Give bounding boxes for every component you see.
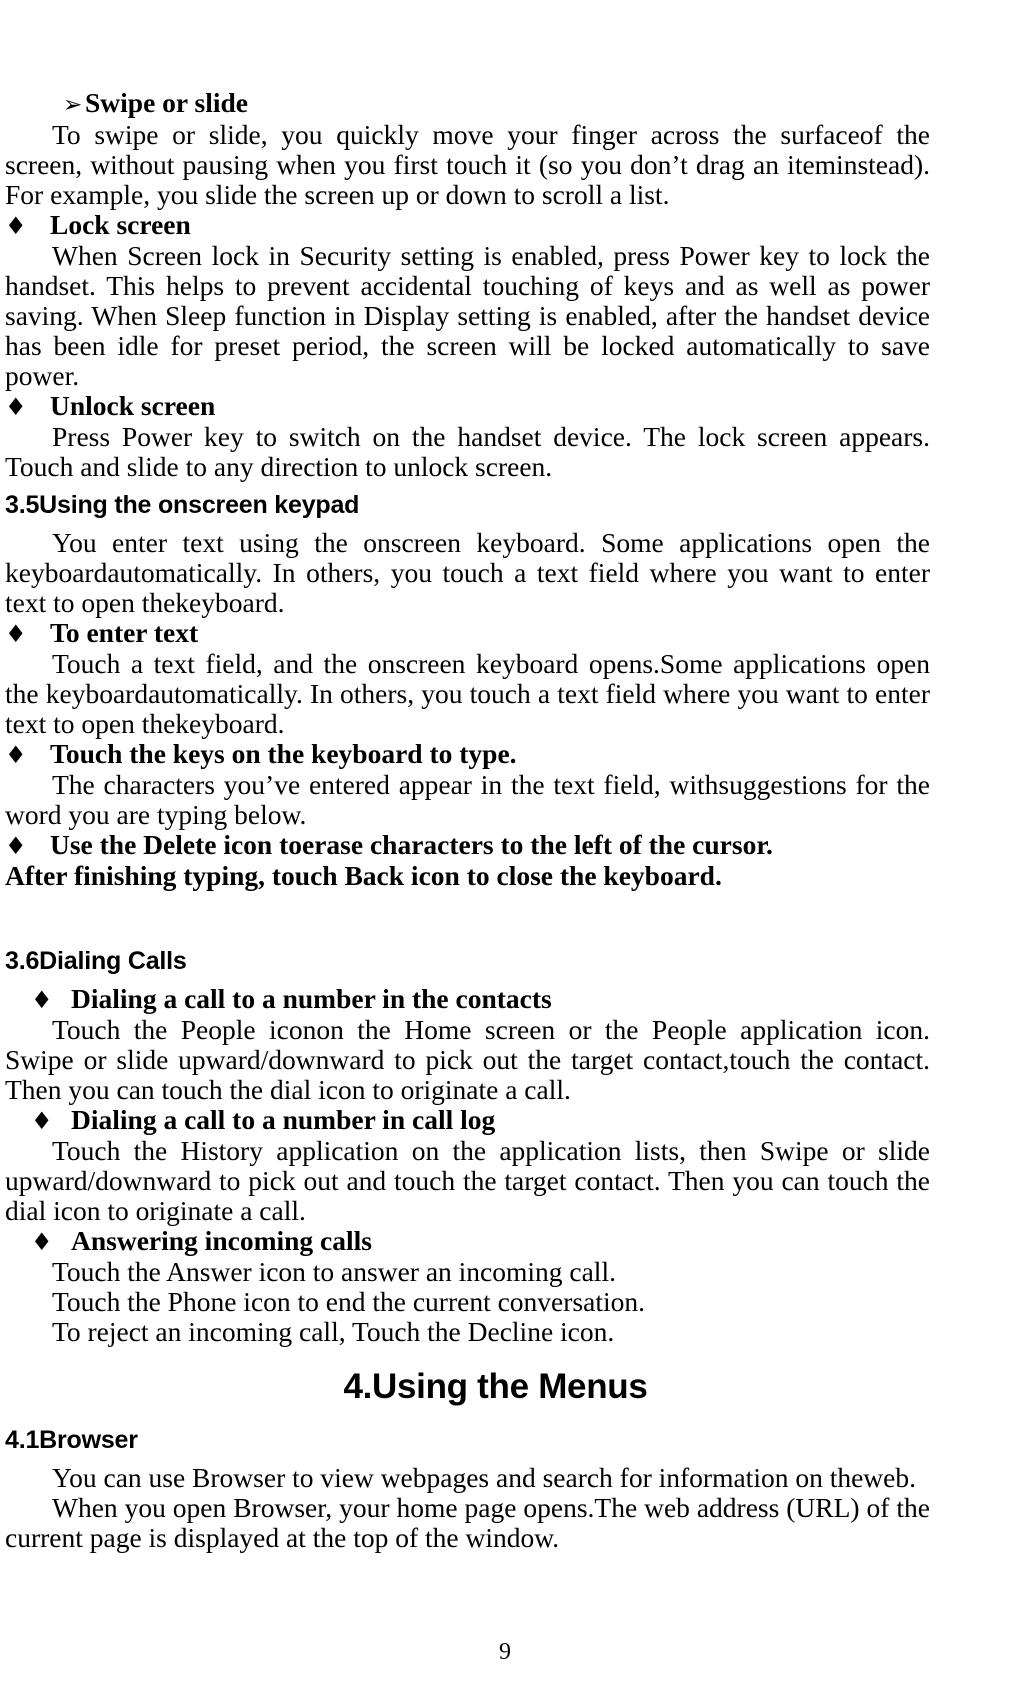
heading-4-using-the-menus: 4.Using the Menus xyxy=(343,1367,648,1406)
bullet-lock-screen: ♦ Lock screen xyxy=(5,210,930,241)
bullet-label: Use the Delete icon toerase characters t… xyxy=(50,829,773,860)
bullet-label: Dialing a call to a number in the contac… xyxy=(71,983,552,1014)
para-dialing-call-log: Touch the History application on the app… xyxy=(5,1135,930,1226)
heading-4-1-browser: 4.1Browser xyxy=(5,1426,138,1454)
para-onscreen-keyboard-intro: You enter text using the onscreen keyboa… xyxy=(5,527,930,618)
bullet-to-enter-text: ♦ To enter text xyxy=(5,618,930,649)
para-lock-screen: When Screen lock in Security setting is … xyxy=(5,240,930,391)
arrow-bullet-icon: ➢ xyxy=(63,92,83,118)
diamond-bullet-icon: ♦ xyxy=(5,741,27,769)
bullet-label: To enter text xyxy=(50,617,199,648)
heading-3-6-dialing-calls: 3.6Dialing Calls xyxy=(5,947,187,975)
page-content: ➢Swipe or slide To swipe or slide, you qu… xyxy=(5,88,930,1553)
bullet-label: Touch the keys on the keyboard to type. xyxy=(50,738,517,769)
diamond-bullet-icon: ♦ xyxy=(5,620,27,648)
diamond-bullet-icon: ♦ xyxy=(31,1107,53,1135)
page-number: 9 xyxy=(499,1639,511,1665)
para-browser-home-page: When you open Browser, your home page op… xyxy=(5,1492,930,1553)
bullet-unlock-screen: ♦ Unlock screen xyxy=(5,391,930,422)
bullet-dialing-call-log: ♦ Dialing a call to a number in call log xyxy=(5,1105,930,1136)
diamond-bullet-icon: ♦ xyxy=(31,986,53,1014)
para-touch-the-keys: The characters you’ve entered appear in … xyxy=(5,769,930,830)
diamond-bullet-icon: ♦ xyxy=(5,832,27,860)
bullet-label: Swipe or slide xyxy=(85,87,248,118)
bullet-label: Unlock screen xyxy=(50,390,216,421)
bullet-label: Answering incoming calls xyxy=(71,1225,372,1256)
para-swipe-or-slide: To swipe or slide, you quickly move your… xyxy=(5,119,930,210)
spacer-before-dialing-calls xyxy=(5,891,930,938)
bullet-label: Lock screen xyxy=(50,209,191,240)
heading-3-5-using-the-onscreen-keypad: 3.5Using the onscreen keypad xyxy=(5,491,360,519)
bullet-dialing-call-contacts: ♦ Dialing a call to a number in the conta… xyxy=(5,984,930,1015)
bullet-use-delete-icon: ♦ Use the Delete icon toerase characters … xyxy=(5,830,930,861)
diamond-bullet-icon: ♦ xyxy=(5,212,27,240)
para-unlock-screen: Press Power key to switch on the handset… xyxy=(5,421,930,482)
line-touch-phone-icon: Touch the Phone icon to end the current … xyxy=(52,1286,645,1317)
line-reject-incoming-call: To reject an incoming call, Touch the De… xyxy=(52,1316,615,1347)
bullet-swipe-or-slide: ➢Swipe or slide xyxy=(5,88,930,120)
para-to-enter-text: Touch a text field, and the onscreen key… xyxy=(5,648,930,739)
bullet-touch-the-keys: ♦ Touch the keys on the keyboard to type. xyxy=(5,739,930,770)
document-page: ➢Swipe or slide To swipe or slide, you qu… xyxy=(0,0,1010,1702)
page-footer: 9 xyxy=(0,1638,1010,1666)
diamond-bullet-icon: ♦ xyxy=(31,1228,53,1256)
line-after-finishing-typing: After finishing typing, touch Back icon … xyxy=(5,860,722,891)
line-touch-answer-icon: Touch the Answer icon to answer an incom… xyxy=(52,1256,616,1287)
para-dialing-call-contacts: Touch the People iconon the Home screen … xyxy=(5,1014,930,1105)
bullet-answering-incoming-calls: ♦ Answering incoming calls xyxy=(5,1226,930,1257)
bullet-label: Dialing a call to a number in call log xyxy=(71,1104,496,1135)
line-browser-view-webpages: You can use Browser to view webpages and… xyxy=(52,1462,916,1493)
diamond-bullet-icon: ♦ xyxy=(5,393,27,421)
